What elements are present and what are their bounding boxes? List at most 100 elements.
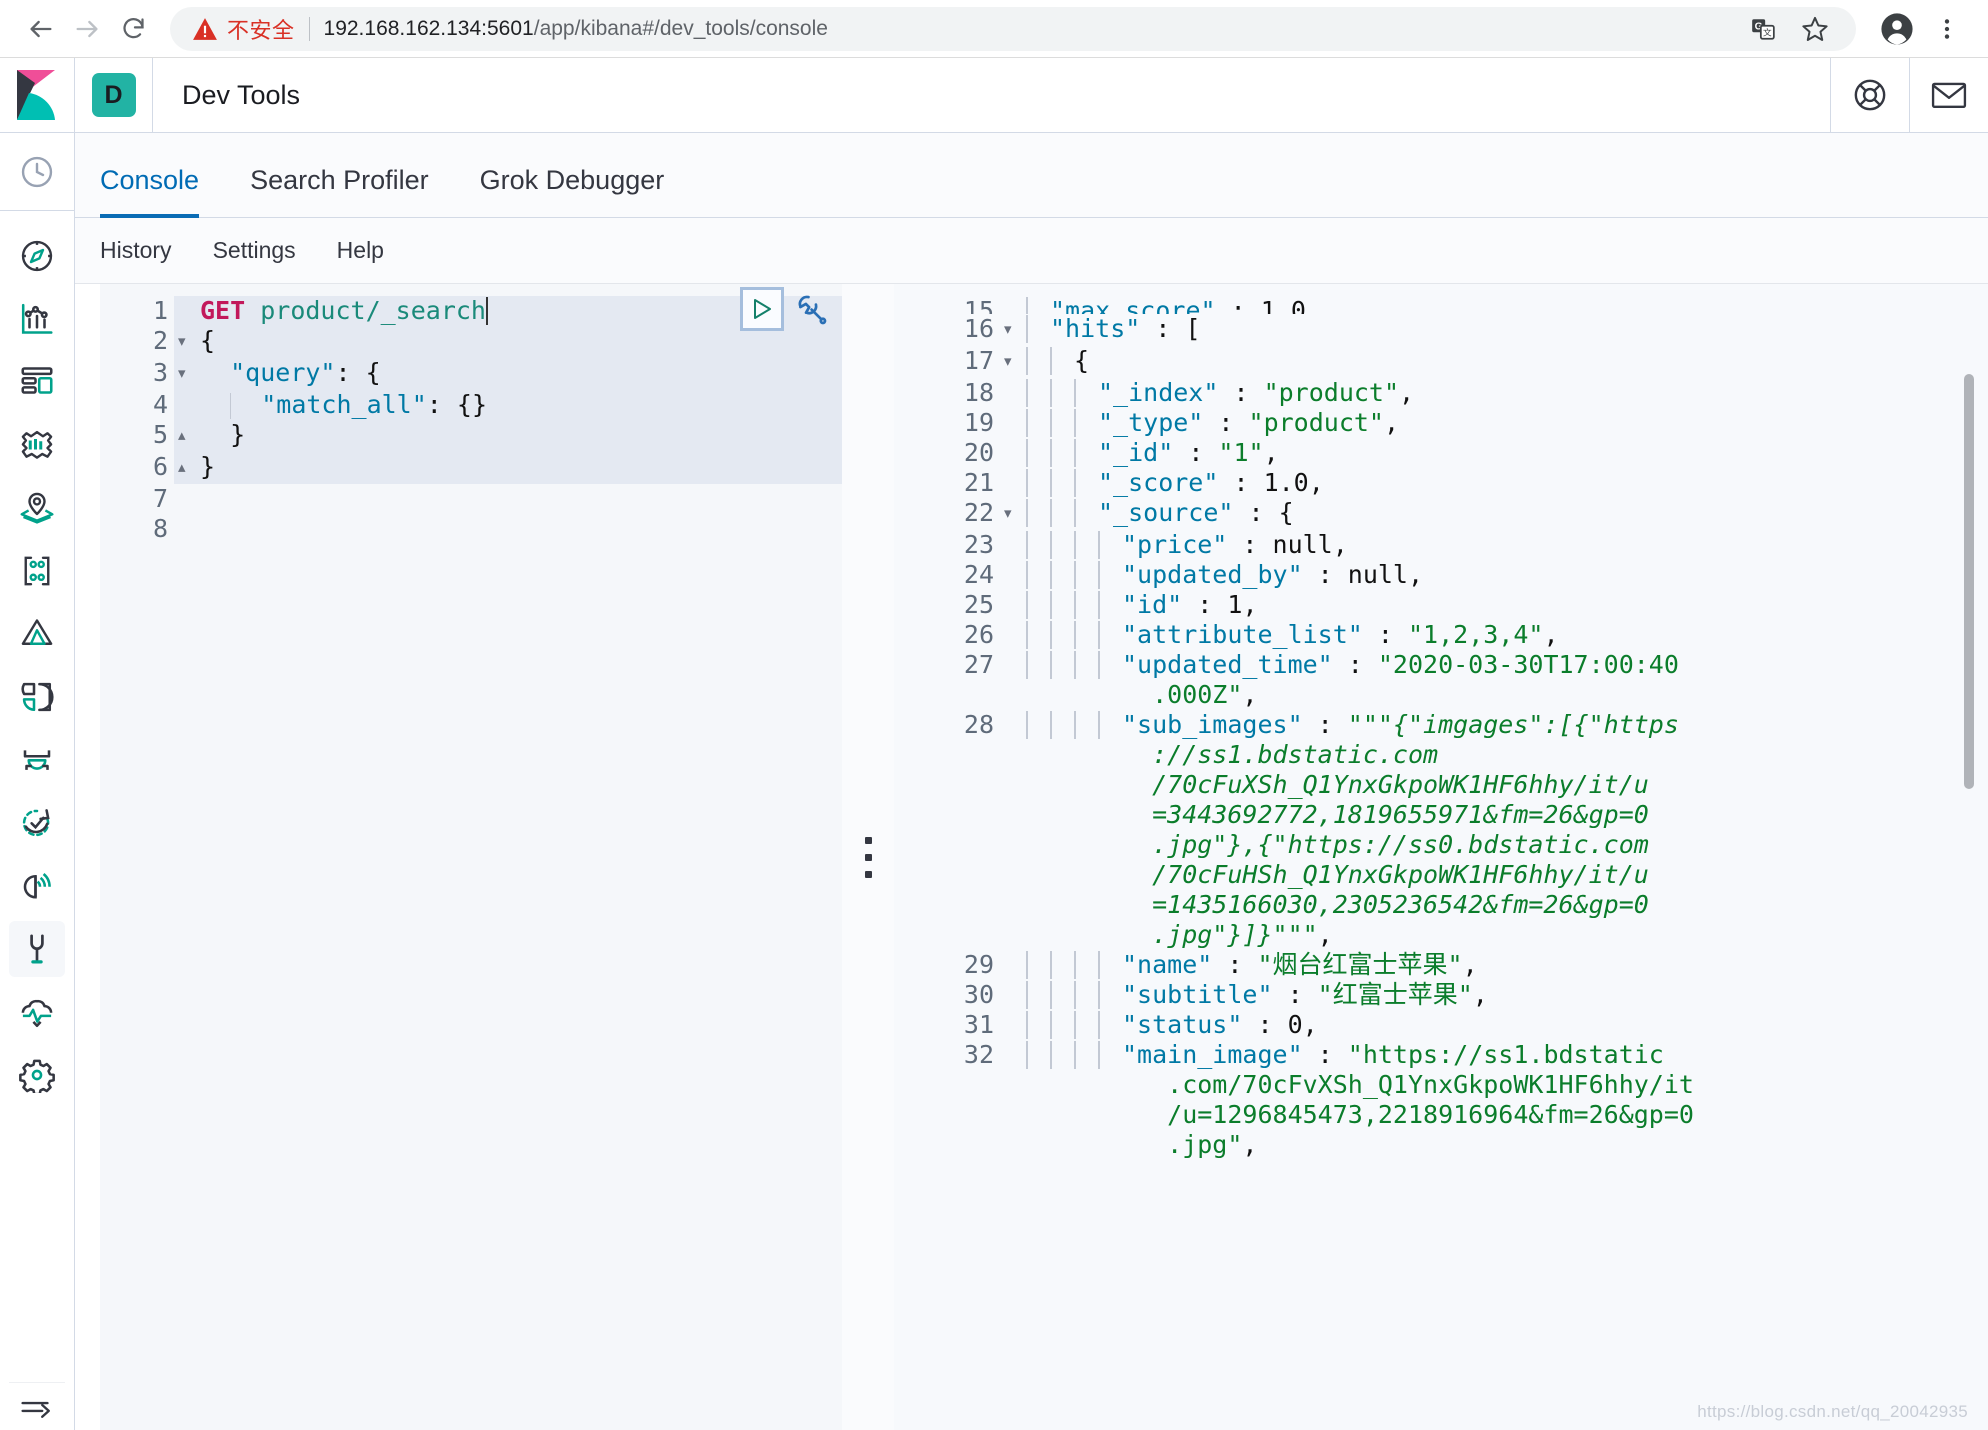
- line-number: 31: [963, 1010, 994, 1039]
- fold-toggle-icon[interactable]: ▾: [1000, 314, 1026, 346]
- code-token: "id": [1122, 590, 1183, 619]
- sidebar-item-infrastructure[interactable]: [9, 606, 65, 662]
- code-token: 1: [1227, 590, 1243, 619]
- response-editor[interactable]: 15 "max_score" : 1.0, 16 ▾ "hits" : [17 ▾{18 "…: [894, 284, 1988, 1430]
- indent-guide: [1050, 981, 1074, 1009]
- indent-guide: [1050, 439, 1074, 467]
- url-path: /app/kibana#/dev_tools/console: [533, 16, 828, 40]
- code-token: "main_image": [1122, 1040, 1303, 1069]
- kibana-logo-icon[interactable]: [0, 58, 75, 132]
- code-token: "sub_images": [1122, 710, 1303, 739]
- newsfeed-envelope-icon[interactable]: [1909, 58, 1988, 132]
- indent-guide: [1074, 951, 1098, 979]
- fold-toggle-icon[interactable]: ▴: [174, 420, 200, 452]
- fold-toggle-icon[interactable]: ▾: [1000, 346, 1026, 378]
- code-text: "_score" : 1.0,: [1026, 468, 1988, 498]
- sidebar-item-canvas[interactable]: [9, 417, 65, 473]
- code-token: :: [1173, 438, 1219, 467]
- bookmark-star-icon[interactable]: [1792, 6, 1838, 52]
- request-actions: [740, 287, 828, 331]
- code-line-primary: "price" : null,: [1026, 530, 1988, 560]
- tab-console[interactable]: Console: [100, 165, 200, 218]
- watermark-text: https://blog.csdn.net/qq_20042935: [1697, 1402, 1968, 1421]
- omnibox-divider: [308, 16, 310, 41]
- line-number: 17: [963, 346, 994, 375]
- profile-avatar-icon[interactable]: [1874, 6, 1920, 52]
- sidebar-item-maps[interactable]: [9, 480, 65, 536]
- fold-toggle-icon[interactable]: ▴: [174, 452, 200, 484]
- sidebar-item-management[interactable]: [9, 1047, 65, 1103]
- code-line[interactable]: 2 ▾{: [100, 326, 842, 358]
- code-line: 28 "sub_images" : """{"imgages":[{"https …: [912, 710, 1988, 950]
- code-line[interactable]: 8: [100, 514, 842, 544]
- sidebar-item-siem[interactable]: [9, 858, 65, 914]
- collapse-nav-icon[interactable]: [9, 1382, 65, 1430]
- indent-guide: [1074, 1011, 1098, 1039]
- indent-guide: [1026, 591, 1050, 619]
- sidebar-item-monitoring[interactable]: [9, 984, 65, 1040]
- response-scrollbar[interactable]: [1964, 374, 1974, 789]
- code-line[interactable]: 3 ▾ "query": {: [100, 358, 842, 390]
- sidebar-item-apm[interactable]: [9, 732, 65, 788]
- code-line-wrapped: .com/70cFvXSh_Q1YnxGkpoWK1HF6hhy/it: [1026, 1070, 1988, 1100]
- address-bar[interactable]: 不安全 192.168.162.134:5601/app/kibana#/dev…: [170, 6, 1856, 52]
- translate-icon[interactable]: G文: [1740, 6, 1786, 52]
- request-editor[interactable]: 1 GET product/_search 2 ▾{3 ▾ "query": {4 "m…: [100, 284, 842, 1430]
- app-header: D Dev Tools: [0, 58, 1988, 133]
- help-icon[interactable]: [1830, 58, 1909, 132]
- code-text: "_source" : {: [1026, 498, 1988, 528]
- code-text: "_index" : "product",: [1026, 378, 1988, 408]
- code-line: 29 "name" : "烟台红富士苹果",: [912, 950, 1988, 980]
- browser-menu-icon[interactable]: [1924, 6, 1970, 52]
- sidebar-item-dashboard[interactable]: [9, 354, 65, 410]
- code-line[interactable]: 7: [100, 484, 842, 514]
- tab-search-profiler[interactable]: Search Profiler: [250, 165, 429, 217]
- request-code[interactable]: 1 GET product/_search 2 ▾{3 ▾ "query": {4 "m…: [100, 284, 842, 544]
- code-text: "_type" : "product",: [1026, 408, 1988, 438]
- code-line: 25 "id" : 1,: [912, 590, 1988, 620]
- sidebar-item-discover[interactable]: [9, 228, 65, 284]
- code-token: : {: [335, 358, 381, 387]
- code-line[interactable]: 4 "match_all": {}: [100, 390, 842, 420]
- forward-button[interactable]: [64, 6, 110, 52]
- code-line-primary: "name" : "烟台红富士苹果",: [1026, 950, 1988, 980]
- recently-viewed-clock-icon[interactable]: [0, 133, 74, 211]
- fold-toggle-icon[interactable]: ▾: [1000, 498, 1026, 530]
- sidebar-item-dev-tools[interactable]: [9, 921, 65, 977]
- indent-guide: [1026, 711, 1050, 739]
- sidebar-item-machine-learning[interactable]: [9, 543, 65, 599]
- code-token: :: [1302, 710, 1348, 739]
- menu-item-settings[interactable]: Settings: [213, 237, 296, 264]
- code-line-primary: "updated_by" : null,: [1026, 560, 1988, 590]
- line-number: 16: [963, 314, 994, 343]
- code-line[interactable]: 1 GET product/_search: [100, 296, 842, 326]
- indent-guide: [1050, 531, 1074, 559]
- pane-resize-handle[interactable]: [842, 284, 894, 1430]
- code-text: "updated_by" : null,: [1026, 560, 1988, 590]
- url-host: 192.168.162.134:5601: [323, 16, 534, 40]
- code-line[interactable]: 6 ▴}: [100, 452, 842, 484]
- reload-button[interactable]: [110, 6, 156, 52]
- code-token: ,: [1302, 1010, 1318, 1039]
- sidebar-item-uptime[interactable]: [9, 795, 65, 851]
- code-line[interactable]: 5 ▴ }: [100, 420, 842, 452]
- menu-item-history[interactable]: History: [100, 237, 172, 264]
- fold-toggle-icon[interactable]: ▾: [174, 326, 200, 358]
- code-text: "sub_images" : """{"imgages":[{"https :/…: [1026, 710, 1988, 950]
- line-number: 29: [963, 950, 994, 979]
- menu-item-help[interactable]: Help: [337, 237, 384, 264]
- code-line-primary: "_source" : {: [1026, 498, 1988, 528]
- tab-grok-debugger[interactable]: Grok Debugger: [480, 165, 665, 217]
- indent-guide: [1050, 379, 1074, 407]
- indent-guide: [1050, 591, 1074, 619]
- send-request-play-icon[interactable]: [740, 287, 784, 331]
- code-token: }: [200, 420, 246, 449]
- back-button[interactable]: [18, 6, 64, 52]
- open-documentation-wrench-icon[interactable]: [794, 292, 828, 326]
- code-token: .jpg"},{"https://ss0.bdstatic.com: [1122, 830, 1649, 859]
- sidebar-item-visualize[interactable]: [9, 291, 65, 347]
- code-token: ,: [1462, 950, 1478, 979]
- indent-guide: [1050, 469, 1074, 497]
- fold-toggle-icon[interactable]: ▾: [174, 358, 200, 390]
- sidebar-item-logs[interactable]: [9, 669, 65, 725]
